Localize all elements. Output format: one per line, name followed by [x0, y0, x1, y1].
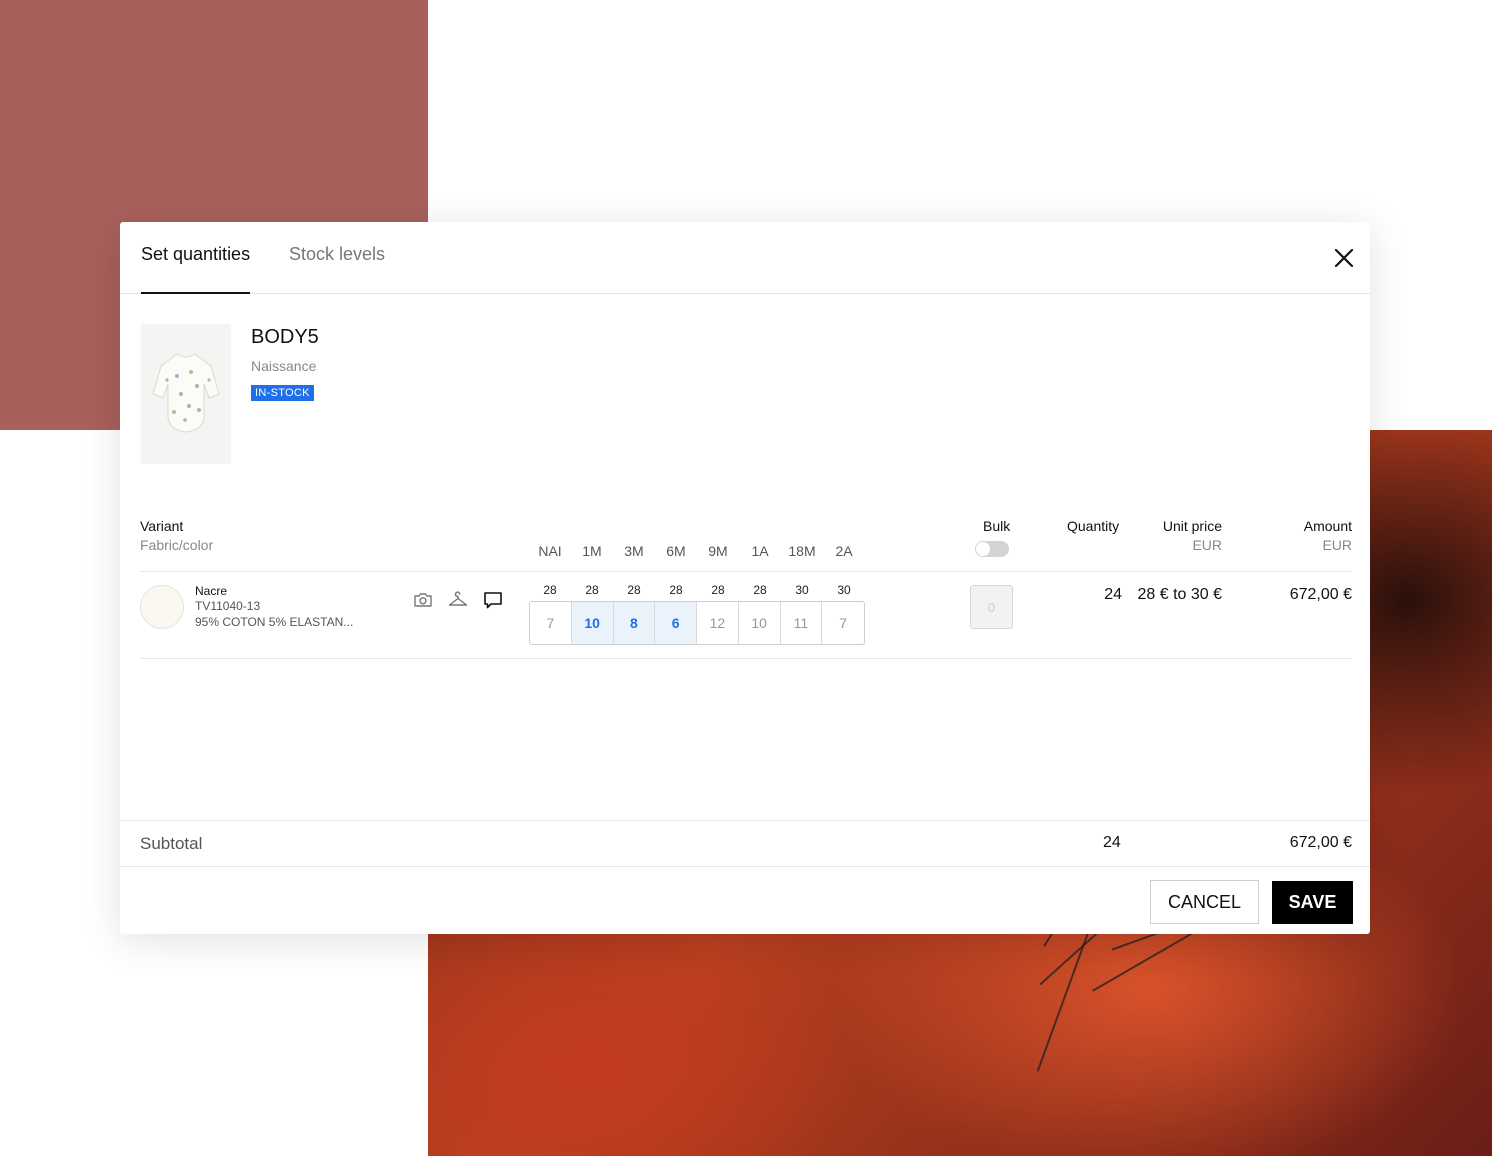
status-badge: IN-STOCK — [251, 385, 314, 401]
header-divider — [140, 571, 1352, 572]
bulk-toggle[interactable] — [975, 541, 1009, 557]
tab-set-quantities[interactable]: Set quantities — [141, 244, 251, 294]
row-amount: 672,00 € — [1289, 586, 1352, 603]
size-header: NAI — [538, 543, 562, 559]
column-header-bulk: Bulk — [983, 518, 1011, 534]
stock-level: 28 — [711, 583, 725, 597]
variant-fabric: 95% COTON 5% ELASTAN... — [195, 615, 354, 629]
save-button[interactable]: SAVE — [1272, 881, 1353, 924]
quantity-input-18m[interactable]: 11 — [781, 602, 823, 644]
size-header: 9M — [708, 543, 728, 559]
product-image — [141, 324, 231, 464]
product-name: BODY5 — [251, 326, 319, 348]
column-header-amount: Amount — [1303, 518, 1352, 534]
product-collection: Naissance — [251, 358, 317, 374]
stock-level: 28 — [543, 583, 557, 597]
quantity-input-1a[interactable]: 10 — [739, 602, 781, 644]
size-quantity-grid: 7 10 8 6 12 10 11 7 — [529, 601, 865, 645]
set-quantities-modal: Set quantities Stock levels BODY5 Naissa… — [120, 222, 1370, 934]
stock-level: 28 — [669, 583, 683, 597]
quantity-input-2a[interactable]: 7 — [822, 602, 864, 644]
size-header: 1M — [582, 543, 602, 559]
size-header: 6M — [666, 543, 686, 559]
quantity-input-3m[interactable]: 8 — [613, 602, 656, 644]
color-swatch — [140, 585, 184, 629]
column-header-variant-sub: Fabric/color — [140, 537, 214, 553]
stock-level: 30 — [795, 583, 809, 597]
tab-stock-levels[interactable]: Stock levels — [289, 244, 385, 265]
row-unit-price: 28 € to 30 € — [1137, 586, 1222, 603]
row-quantity: 24 — [1104, 586, 1122, 603]
amount-currency: EUR — [1322, 537, 1352, 553]
hanger-icon[interactable] — [447, 589, 469, 611]
quantity-input-1m[interactable]: 10 — [571, 602, 614, 644]
subtotal-label: Subtotal — [140, 834, 203, 853]
camera-icon[interactable] — [412, 589, 434, 611]
stock-level: 30 — [837, 583, 851, 597]
quantity-input-6m[interactable]: 6 — [655, 602, 697, 644]
size-header: 18M — [788, 543, 816, 559]
size-header: 1A — [751, 543, 769, 559]
quantity-input-9m[interactable]: 12 — [697, 602, 739, 644]
subtotal-bar: Subtotal 24 672,00 € — [120, 820, 1370, 867]
size-header: 3M — [624, 543, 644, 559]
cancel-button[interactable]: CANCEL — [1150, 880, 1259, 924]
variant-color-name: Nacre — [195, 584, 228, 598]
modal-tabs: Set quantities Stock levels — [120, 222, 1370, 294]
size-header: 2A — [835, 543, 853, 559]
close-icon[interactable] — [1332, 246, 1356, 270]
subtotal-amount: 672,00 € — [1289, 834, 1352, 851]
comment-icon[interactable] — [482, 589, 504, 611]
column-header-unit-price: Unit price — [1162, 518, 1222, 534]
row-divider — [140, 658, 1352, 659]
subtotal-quantity: 24 — [1103, 834, 1121, 851]
variant-code: TV11040-13 — [195, 599, 261, 613]
column-header-variant: Variant — [140, 518, 184, 534]
column-header-quantity: Quantity — [1067, 518, 1120, 534]
unit-price-currency: EUR — [1192, 537, 1222, 553]
stock-level: 28 — [627, 583, 641, 597]
stock-level: 28 — [753, 583, 767, 597]
bulk-quantity-input[interactable]: 0 — [970, 585, 1013, 629]
quantity-input-nai[interactable]: 7 — [530, 602, 572, 644]
stock-level: 28 — [585, 583, 599, 597]
